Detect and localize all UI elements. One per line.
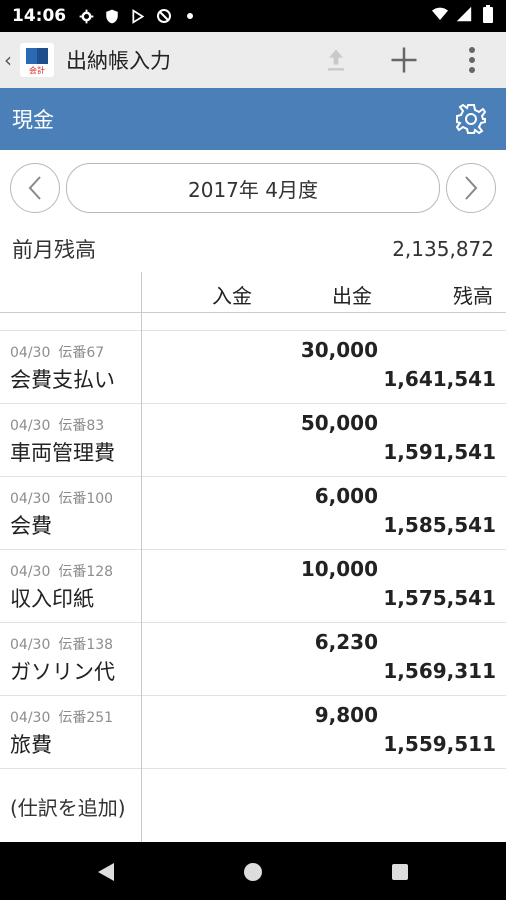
entry-balance: 1,641,541 (383, 367, 496, 391)
entry-meta: 04/30 伝番100 (10, 488, 113, 508)
entry-slip-number: 伝番251 (58, 710, 114, 726)
add-entry-row[interactable]: (仕訳を追加) (0, 770, 141, 840)
back-chevron-icon[interactable]: ‹ (4, 48, 16, 72)
entry-date: 04/30 (10, 637, 51, 653)
entry-withdrawal: 6,000 (314, 484, 378, 508)
withdrawal-column-header: 出金 (332, 284, 372, 308)
settings-gear-icon[interactable] (454, 102, 488, 136)
table-row[interactable]: 04/30 伝番128 収入印紙 10,000 1,575,541 (0, 549, 506, 623)
next-month-button[interactable] (446, 163, 496, 213)
entry-balance: 1,569,311 (383, 659, 496, 683)
wifi-icon (432, 6, 448, 22)
account-header: 現金 (0, 88, 506, 150)
app-logo: 会計 (20, 43, 54, 77)
status-time: 14:06 (12, 6, 67, 26)
period-selector: 2017年 4月度 (0, 150, 506, 226)
table-header: 入金 出金 残高 (0, 272, 506, 313)
shield-icon (104, 8, 120, 24)
entry-name: 収入印紙 (10, 587, 94, 611)
period-button[interactable]: 2017年 4月度 (66, 163, 440, 213)
table-row[interactable]: 04/30 伝番138 ガソリン代 6,230 1,569,311 (0, 622, 506, 696)
upload-icon (327, 49, 345, 71)
entry-withdrawal: 10,000 (300, 557, 378, 581)
entry-balance: 1,559,511 (383, 732, 496, 756)
battery-icon (480, 5, 496, 23)
entry-slip-number: 伝番128 (58, 564, 114, 580)
entry-name: ガソリン代 (10, 660, 115, 684)
entry-date: 04/30 (10, 418, 51, 434)
entry-meta: 04/30 伝番128 (10, 561, 113, 581)
entry-name: 車両管理費 (10, 441, 115, 465)
entry-meta: 04/30 伝番83 (10, 415, 104, 435)
gear-icon (78, 8, 94, 24)
entry-withdrawal: 50,000 (300, 411, 378, 435)
nav-home-icon[interactable] (239, 858, 267, 886)
entry-withdrawal: 6,230 (314, 630, 378, 654)
app-bar: ‹ 会計 出納帳入力 (0, 32, 506, 89)
previous-month-button[interactable] (10, 163, 60, 213)
dot-icon (182, 8, 198, 24)
entry-date: 04/30 (10, 710, 51, 726)
entry-meta: 04/30 伝番251 (10, 707, 113, 727)
entry-balance: 1,575,541 (383, 586, 496, 610)
logo-text: 会計 (29, 65, 45, 75)
blocked-icon (156, 8, 172, 24)
table-row[interactable]: 04/30 伝番83 車両管理費 50,000 1,591,541 (0, 403, 506, 477)
table-row[interactable]: 04/30 伝番251 旅費 9,800 1,559,511 (0, 695, 506, 769)
entry-balance: 1,591,541 (383, 440, 496, 464)
upload-button[interactable] (302, 32, 370, 88)
balance-column-header: 残高 (453, 284, 493, 308)
entry-slip-number: 伝番100 (58, 491, 114, 507)
add-entry-label: (仕訳を追加) (10, 796, 126, 820)
entry-withdrawal: 30,000 (300, 338, 378, 362)
entry-slip-number: 伝番67 (58, 345, 105, 361)
entry-meta: 04/30 伝番67 (10, 342, 104, 362)
chevron-right-icon (465, 176, 478, 200)
table-row[interactable]: 04/30 伝番100 会費 6,000 1,585,541 (0, 476, 506, 550)
previous-balance-label: 前月残高 (12, 238, 96, 262)
status-bar: 14:06 (0, 0, 506, 32)
column-divider (141, 272, 142, 842)
previous-balance-value: 2,135,872 (392, 237, 494, 261)
entry-slip-number: 伝番138 (58, 637, 114, 653)
app-title: 出納帳入力 (66, 49, 171, 73)
entry-meta: 04/30 伝番138 (10, 634, 113, 654)
entry-name: 会費支払い (10, 368, 115, 392)
nav-back-icon[interactable] (92, 858, 120, 886)
nav-recents-icon[interactable] (386, 858, 414, 886)
deposit-column-header: 入金 (212, 284, 252, 308)
system-nav-bar (0, 842, 506, 900)
scrolled-row-partial (0, 312, 506, 331)
previous-balance-row: 前月残高 2,135,872 (0, 226, 506, 273)
table-row[interactable]: 04/30 伝番67 会費支払い 30,000 1,641,541 (0, 330, 506, 404)
entry-withdrawal: 9,800 (314, 703, 378, 727)
entry-name: 会費 (10, 514, 52, 538)
chevron-left-icon (28, 176, 41, 200)
add-button[interactable] (370, 32, 438, 88)
entry-date: 04/30 (10, 345, 51, 361)
entry-slip-number: 伝番83 (58, 418, 105, 434)
account-title: 現金 (12, 108, 54, 132)
signal-icon (456, 6, 472, 22)
entry-name: 旅費 (10, 733, 52, 757)
add-icon (391, 47, 417, 73)
play-store-icon (130, 8, 146, 24)
more-vert-icon (469, 47, 475, 73)
more-options-button[interactable] (438, 32, 506, 88)
entry-balance: 1,585,541 (383, 513, 496, 537)
entry-date: 04/30 (10, 564, 51, 580)
entry-date: 04/30 (10, 491, 51, 507)
